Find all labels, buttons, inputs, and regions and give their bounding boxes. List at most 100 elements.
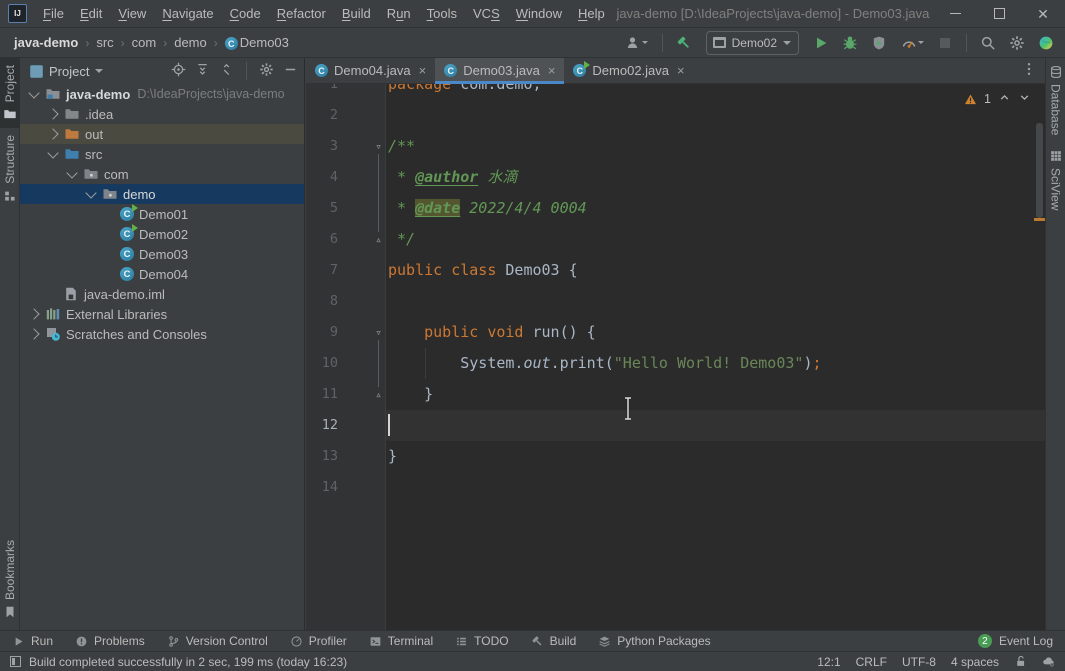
line-number-5[interactable]: 5 (306, 193, 338, 224)
line-number-14[interactable]: 14 (306, 472, 338, 503)
line-number-10[interactable]: 10 (306, 348, 338, 379)
project-panel-title[interactable]: Project (49, 64, 89, 79)
breadcrumb-src[interactable]: src (96, 35, 113, 50)
line-number-8[interactable]: 8 (306, 286, 338, 317)
tree-item-demo01[interactable]: C Demo01 (20, 204, 304, 224)
chevron-collapsed-icon[interactable] (47, 128, 59, 140)
code-content[interactable]: package com.demo; /** * @author 水滴 * @dat… (388, 84, 1031, 630)
menu-window[interactable]: Window (508, 0, 570, 27)
event-log-button[interactable]: 2 Event Log (977, 634, 1053, 648)
line-number-3[interactable]: 3 (306, 131, 338, 162)
close-tab-icon[interactable]: × (677, 64, 685, 77)
tool-button-build[interactable]: Build (531, 634, 576, 648)
previous-issue-button[interactable] (998, 90, 1011, 108)
tab-demo04-java[interactable]: C Demo04.java × (306, 58, 435, 83)
tool-window-toggle-icon[interactable] (10, 656, 21, 667)
close-tab-icon[interactable]: × (548, 64, 556, 77)
editor-gutter[interactable]: 1 2 3 4 5 6 7 8 9 10 11 12 13 14 ▿ ▵ ▿ ▵ (306, 84, 386, 630)
chevron-expanded-icon[interactable] (85, 186, 97, 199)
menu-edit[interactable]: Edit (72, 0, 110, 27)
breadcrumb-com[interactable]: com (132, 35, 157, 50)
scrollbar-thumb[interactable] (1036, 123, 1043, 218)
menu-file[interactable]: File (35, 0, 72, 27)
maximize-button[interactable] (977, 0, 1021, 28)
tool-button-version-control[interactable]: Version Control (167, 634, 268, 648)
settings-button[interactable] (1006, 32, 1028, 54)
line-separator[interactable]: CRLF (856, 655, 887, 669)
line-number-12[interactable]: 12 (306, 410, 338, 441)
tab-demo03-java[interactable]: C Demo03.java × (435, 58, 565, 84)
close-button[interactable]: ✕ (1021, 0, 1065, 28)
tool-button-run[interactable]: Run (12, 634, 53, 648)
editor-scrollbar[interactable] (1034, 84, 1045, 630)
menu-code[interactable]: Code (222, 0, 269, 27)
tree-item-com[interactable]: com (20, 164, 304, 184)
indent-setting[interactable]: 4 spaces (951, 655, 999, 669)
menu-view[interactable]: View (110, 0, 154, 27)
menu-run[interactable]: Run (379, 0, 419, 27)
tab-options-button[interactable] (1021, 61, 1037, 80)
menu-help[interactable]: Help (570, 0, 613, 27)
tree-item-demo03[interactable]: C Demo03 (20, 244, 304, 264)
menu-build[interactable]: Build (334, 0, 379, 27)
debug-button[interactable] (839, 32, 861, 54)
search-everywhere-button[interactable] (977, 32, 999, 54)
close-tab-icon[interactable]: × (419, 64, 427, 77)
tool-button-project[interactable]: Project (0, 58, 19, 129)
tool-button-bookmarks[interactable]: Bookmarks (0, 533, 19, 626)
profiler-button[interactable] (897, 32, 927, 54)
line-number-9[interactable]: 9 (306, 317, 338, 348)
breadcrumb-java-demo[interactable]: java-demo (14, 35, 78, 50)
line-number-13[interactable]: 13 (306, 441, 338, 472)
coverage-button[interactable] (868, 32, 890, 54)
code-editor[interactable]: 1 2 3 4 5 6 7 8 9 10 11 12 13 14 ▿ ▵ ▿ ▵ package com.demo;… (306, 84, 1045, 630)
chevron-expanded-icon[interactable] (66, 166, 78, 179)
chevron-expanded-icon[interactable] (28, 86, 40, 99)
line-number-1[interactable]: 1 (306, 84, 338, 100)
expand-all-button[interactable] (195, 62, 210, 80)
breadcrumb-demo03[interactable]: C Demo03 (224, 35, 289, 51)
caret-position[interactable]: 12:1 (817, 655, 840, 669)
chevron-collapsed-icon[interactable] (47, 108, 59, 120)
tree-item-demo02[interactable]: C Demo02 (20, 224, 304, 244)
line-number-2[interactable]: 2 (306, 100, 338, 131)
line-number-4[interactable]: 4 (306, 162, 338, 193)
tree-item-src[interactable]: src (20, 144, 304, 164)
settings-button[interactable] (259, 62, 274, 80)
menu-tools[interactable]: Tools (419, 0, 465, 27)
chevron-collapsed-icon[interactable] (28, 308, 40, 320)
tool-button-python-packages[interactable]: Python Packages (598, 634, 711, 648)
tool-button-structure[interactable]: Structure (0, 128, 19, 210)
code-with-me-button[interactable] (1035, 32, 1057, 54)
menu-navigate[interactable]: Navigate (154, 0, 221, 27)
tool-button-database[interactable]: Database (1046, 58, 1065, 142)
collapse-all-button[interactable] (219, 62, 234, 80)
tree-item-idea[interactable]: .idea (20, 104, 304, 124)
lock-open-icon[interactable] (1014, 655, 1027, 668)
run-config-combo[interactable]: Demo02 (705, 30, 799, 55)
tool-button-sciview[interactable]: SciView (1046, 142, 1065, 217)
tool-button-todo[interactable]: TODO (455, 634, 509, 648)
hide-button[interactable] (283, 62, 298, 80)
tree-item-java-demo[interactable]: java-demo D:\IdeaProjects\java-demo (20, 84, 304, 104)
menu-refactor[interactable]: Refactor (269, 0, 334, 27)
tree-item-external-libraries[interactable]: External Libraries (20, 304, 304, 324)
next-issue-button[interactable] (1018, 90, 1031, 108)
cloud-settings-icon[interactable] (1042, 655, 1055, 668)
menu-vcs[interactable]: VCS (465, 0, 508, 27)
line-number-11[interactable]: 11 (306, 379, 338, 410)
tree-item-demo[interactable]: demo (20, 184, 304, 204)
tree-item-scratches-and-consoles[interactable]: Scratches and Consoles (20, 324, 304, 344)
chevron-down-icon[interactable] (95, 69, 104, 73)
build-project-button[interactable] (673, 32, 695, 54)
run-button[interactable] (810, 32, 832, 54)
tool-button-profiler[interactable]: Profiler (290, 634, 347, 648)
locate-button[interactable] (171, 62, 186, 80)
line-number-7[interactable]: 7 (306, 255, 338, 286)
tree-item-out[interactable]: out (20, 124, 304, 144)
chevron-expanded-icon[interactable] (47, 146, 59, 159)
tree-item-java-demo-iml[interactable]: java-demo.iml (20, 284, 304, 304)
error-stripe-mark[interactable] (1034, 218, 1045, 221)
inspections-widget[interactable]: 1 (964, 90, 1031, 108)
tree-item-demo04[interactable]: C Demo04 (20, 264, 304, 284)
